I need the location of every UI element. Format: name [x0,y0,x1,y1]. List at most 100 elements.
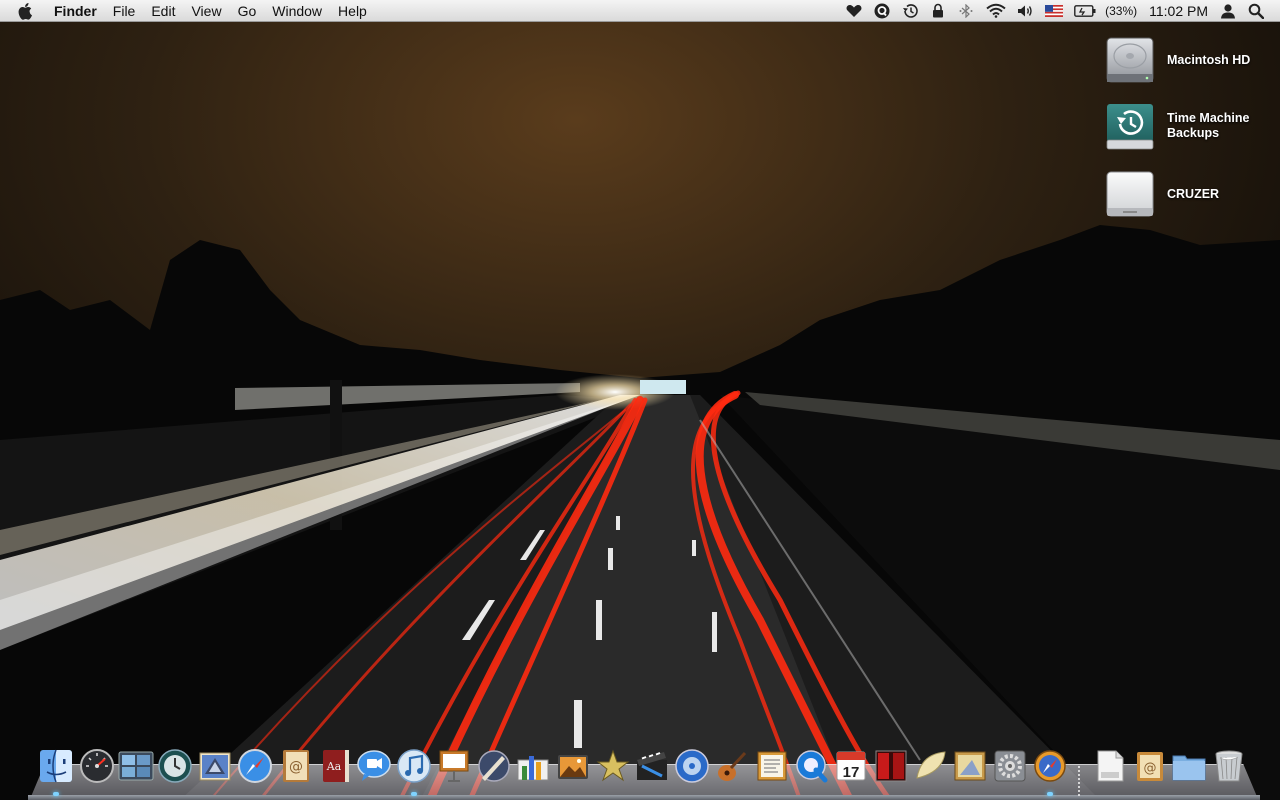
dock-dictionary[interactable]: Aa [318,748,354,788]
menu-bar: Finder File Edit View Go Window Help (33… [0,0,1280,22]
imovie-icon [596,749,630,782]
app-menu-finder[interactable]: Finder [52,0,105,22]
desktop-icon-macintosh-hd[interactable]: Macintosh HD [1104,32,1274,88]
svg-text:17: 17 [843,764,860,781]
pages-document-icon [1097,750,1124,782]
safari-icon [238,749,272,783]
aperture-icon [478,750,510,782]
dock-final-cut[interactable] [634,748,670,788]
dock-aperture[interactable] [476,748,512,788]
dock-imovie[interactable] [595,748,631,788]
numbers-icon [517,756,549,781]
dock-garageband[interactable] [714,748,750,788]
desktop-icon-label: Time Machine Backups [1167,111,1250,140]
desktop-icon-label: Macintosh HD [1167,52,1251,67]
finder-icon [40,749,72,783]
mail-stack-icon: @ [1137,752,1163,781]
dock-safari[interactable] [237,748,273,788]
dock-separator [1078,766,1080,796]
dock-dvd-player[interactable] [674,748,710,788]
garageband-icon [718,751,747,781]
time-machine-drive-icon [1104,100,1156,152]
address-book-icon: @ [283,750,309,782]
desktop-icon-label: CRUZER [1167,186,1220,201]
trash-icon [1215,750,1243,782]
dock-ical[interactable]: 17 [833,748,869,788]
dock-itunes[interactable] [396,748,432,796]
dvd-player-icon [675,749,709,783]
dock-spaces[interactable] [118,748,154,788]
itunes-icon [397,749,431,783]
apple-menu-icon[interactable] [18,0,38,22]
hard-drive-icon [1104,34,1156,86]
dock-preview[interactable] [952,748,988,788]
dock-finder[interactable] [38,748,74,796]
running-indicator [411,792,417,796]
battery-percentage[interactable]: (33%) [1105,4,1137,18]
dock-mail[interactable] [197,748,233,788]
external-drive-icon [1104,168,1156,220]
dock-shelf-edge [28,795,1260,800]
wifi-icon[interactable] [985,2,1007,20]
system-preferences-icon [994,750,1026,782]
user-icon[interactable] [1219,2,1237,20]
desktop-icon-time-machine-backups[interactable]: Time Machine Backups [1104,98,1274,154]
compass-icon [1034,750,1066,782]
dock-keynote[interactable] [436,748,472,788]
svg-text:@: @ [1144,761,1157,776]
dock-tortilla[interactable] [913,748,949,788]
front-row-icon [875,750,907,782]
menu-view[interactable]: View [183,0,229,22]
svg-text:@: @ [289,759,303,775]
heart-icon[interactable] [845,2,863,20]
dock-trash[interactable] [1211,748,1247,788]
dock-dashboard[interactable] [79,748,115,788]
menu-edit[interactable]: Edit [143,0,183,22]
desktop-wallpaper [0,0,1280,800]
dock-numbers[interactable] [515,748,551,788]
preview-icon [954,751,986,781]
battery-icon[interactable] [1073,2,1097,20]
menu-help[interactable]: Help [330,0,375,22]
dock-stack-folder[interactable] [1171,748,1207,788]
dock-quicktime[interactable] [794,748,830,788]
dock-system-preferences[interactable] [992,748,1028,788]
dock-address-book[interactable]: @ [278,748,314,788]
dictionary-icon: Aa [323,750,349,782]
ical-icon: 17 [836,751,866,781]
menu-clock[interactable]: 11:02 PM [1149,3,1208,19]
dock-iphoto[interactable] [555,748,591,788]
dock-compass-app[interactable] [1032,748,1068,796]
menu-go[interactable]: Go [230,0,265,22]
volume-icon[interactable] [1017,2,1035,20]
quicksilver-icon[interactable] [873,2,891,20]
menu-window[interactable]: Window [264,0,330,22]
iphoto-icon [558,755,588,779]
final-cut-icon [637,752,667,780]
lock-icon[interactable] [929,2,947,20]
us-flag-input-icon[interactable] [1045,2,1064,20]
pages-app-icon [757,751,787,781]
running-indicator [1047,792,1053,796]
dock-time-machine[interactable] [157,748,193,788]
dock-stack-mail[interactable]: @ [1132,748,1168,788]
time-machine-menu-icon[interactable] [901,2,919,20]
spaces-icon [118,751,154,781]
running-indicator [53,792,59,796]
menu-file[interactable]: File [105,0,144,22]
dock-stack-pages-document[interactable] [1092,748,1128,788]
svg-text:Aa: Aa [326,760,342,773]
quicktime-icon [796,750,828,783]
tortilla-icon [916,751,946,779]
dock-ichat[interactable] [356,748,392,788]
dock-front-row[interactable] [873,748,909,788]
time-machine-icon [158,749,192,783]
ichat-icon [357,750,391,781]
keynote-icon [439,750,469,782]
dashboard-icon [80,749,114,783]
bluetooth-icon[interactable] [957,2,975,20]
desktop-icon-cruzer[interactable]: CRUZER [1104,166,1274,222]
dock-pages-app[interactable] [754,748,790,788]
mail-icon [199,752,231,781]
spotlight-search-icon[interactable] [1247,2,1265,20]
